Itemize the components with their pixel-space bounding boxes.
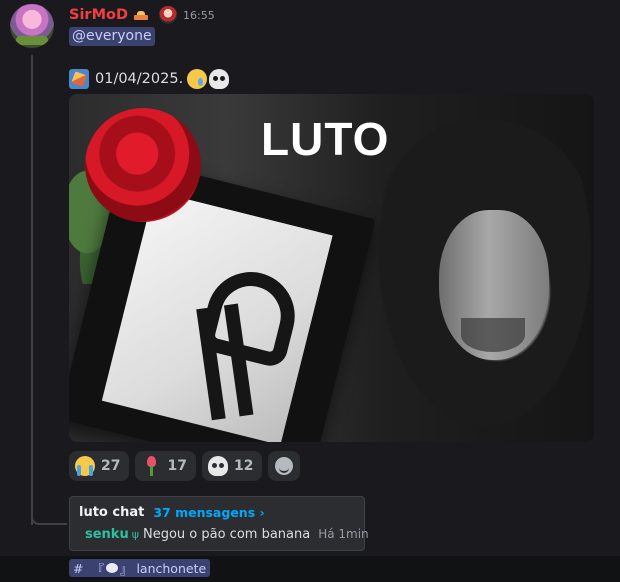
thread-connector-curve: [31, 505, 67, 525]
thread-preview[interactable]: luto chat 37 mensagens › senku ψ Negou o…: [69, 496, 369, 551]
last-message-text: Negou o pão com banana: [142, 526, 311, 542]
red-rose: [85, 108, 201, 222]
rocket-icon: [69, 69, 89, 89]
skull-icon: [209, 69, 230, 89]
add-reaction-button[interactable]: [268, 451, 301, 481]
image-overlay-title: LUTO: [261, 113, 390, 165]
tulip-icon: [141, 456, 161, 476]
thread-connector-line: [31, 55, 33, 525]
reaction-sob[interactable]: 27: [69, 451, 130, 481]
attached-image[interactable]: LUTO: [69, 94, 594, 442]
cake-role-icon: [134, 10, 148, 20]
server-tag-avatar[interactable]: [159, 6, 177, 24]
thread-last-message: senku ψ Negou o pão com banana Há 1min: [79, 526, 369, 542]
reaction-count: 17: [167, 458, 187, 474]
reaction-count: 27: [101, 458, 121, 474]
speech-bubble-icon: [105, 563, 118, 573]
author-name[interactable]: SirMoD: [69, 7, 128, 23]
channel-name: lanchonete: [136, 560, 207, 576]
channel-bracket-right: 』: [119, 561, 133, 577]
thread-message-count[interactable]: 37 mensagens ›: [153, 505, 264, 520]
last-author-name: senku: [85, 526, 129, 542]
channel-hash: #: [73, 560, 84, 576]
reactions-bar: 27 17 12: [69, 451, 301, 481]
message-content: 01/04/2025.: [69, 68, 230, 90]
portrait-photo: [365, 120, 594, 442]
add-emoji-icon: [275, 457, 294, 475]
message-header: SirMoD 16:55: [69, 5, 215, 25]
crying-face-icon: [187, 69, 208, 89]
chat-message: SirMoD 16:55 @everyone 01/04/2025. LUTO …: [0, 0, 620, 556]
mourning-ribbon: [181, 263, 277, 429]
sob-icon: [75, 456, 95, 476]
reaction-count: 12: [233, 458, 254, 474]
message-timestamp[interactable]: 16:55: [183, 9, 215, 22]
thread-header: luto chat 37 mensagens ›: [79, 505, 355, 520]
reaction-tulip[interactable]: 17: [135, 451, 196, 481]
everyone-mention[interactable]: @everyone: [69, 27, 155, 46]
author-avatar[interactable]: [10, 4, 54, 48]
last-message-time: Há 1min: [318, 527, 369, 541]
thread-name[interactable]: luto chat: [79, 505, 144, 520]
channel-mention[interactable]: # 『』 lanchonete: [69, 559, 211, 577]
reaction-skull[interactable]: 12: [201, 451, 263, 481]
next-message-strip: # 『』 lanchonete: [0, 556, 620, 582]
last-author-badge: ψ: [131, 527, 139, 541]
skull-icon: [207, 456, 228, 476]
message-text: 01/04/2025.: [95, 71, 184, 87]
channel-bracket-left: 『: [91, 561, 104, 577]
frame-paper: [101, 190, 333, 442]
